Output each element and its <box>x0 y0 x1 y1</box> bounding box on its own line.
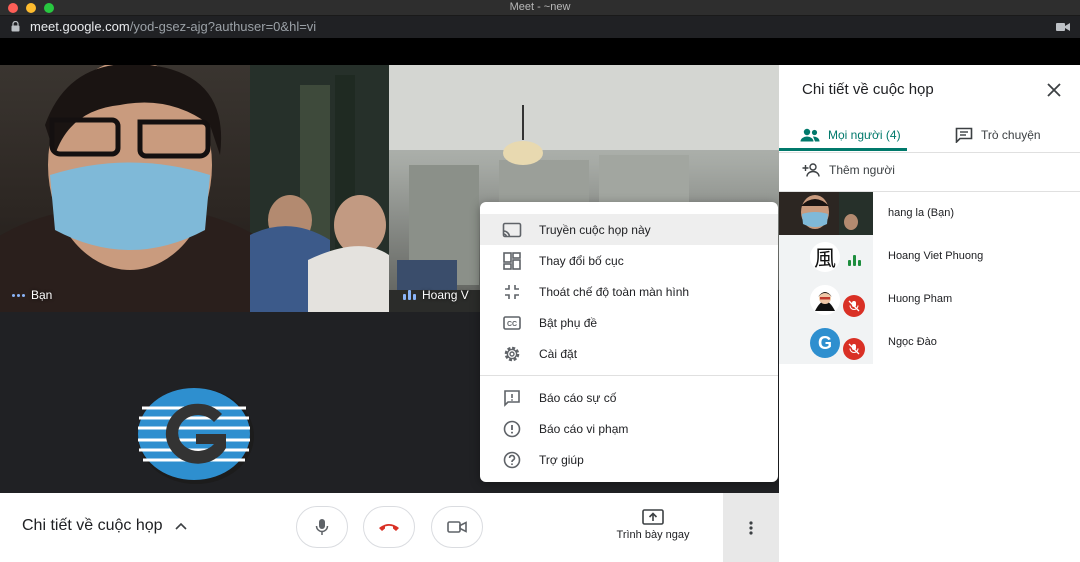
menu-divider <box>480 375 778 376</box>
participant-row[interactable]: G Ngọc Đào <box>779 321 1080 364</box>
menu-item-exit-fullscreen[interactable]: Thoát chế độ toàn màn hình <box>480 276 778 307</box>
g-logo-avatar <box>138 388 254 484</box>
tab-chat-label: Trò chuyện <box>981 128 1041 142</box>
people-icon <box>800 128 820 142</box>
cast-icon <box>502 220 522 240</box>
you-label: Bạn <box>31 288 53 302</box>
add-people-label: Thêm người <box>829 163 895 177</box>
mic-off-icon <box>843 338 865 360</box>
menu-item-report-abuse[interactable]: Báo cáo vi phạm <box>480 413 778 444</box>
window-titlebar: Meet - ~new <box>0 0 1080 16</box>
participant-avatar-tile: 風 <box>779 235 873 278</box>
camera-button[interactable] <box>431 506 483 548</box>
video-stage: Bạn Hoang V Truyền cuộc họp này Thay đổi… <box>0 65 779 493</box>
present-screen-icon <box>642 509 664 525</box>
participant-row[interactable]: 風 Hoang Viet Phuong <box>779 235 1080 278</box>
menu-label: Báo cáo sự cố <box>539 390 617 405</box>
participant-row[interactable]: Huong Pham <box>779 278 1080 321</box>
close-icon[interactable] <box>1046 82 1062 98</box>
meeting-details-panel: Chi tiết về cuộc họp Mọi người (4) Trò c… <box>779 65 1080 562</box>
menu-item-captions[interactable]: CC Bật phụ đề <box>480 307 778 338</box>
layout-icon <box>502 251 522 271</box>
hoang-label: Hoang V <box>422 288 469 302</box>
participant-avatar-tile <box>779 278 873 321</box>
exit-fullscreen-icon <box>502 282 522 302</box>
gear-icon <box>502 344 522 364</box>
menu-item-layout[interactable]: Thay đổi bố cục <box>480 245 778 276</box>
add-person-icon <box>802 163 820 177</box>
participant-name: Huong Pham <box>888 293 953 305</box>
participant-name: Ngọc Đào <box>888 336 937 348</box>
menu-item-help[interactable]: Trợ giúp <box>480 444 778 475</box>
url-host: meet.google.com <box>30 19 130 34</box>
participant-name: Hoang Viet Phuong <box>888 250 984 262</box>
menu-label: Bật phụ đề <box>539 315 598 330</box>
help-icon <box>502 450 522 470</box>
you-name-tag: Bạn <box>12 288 52 302</box>
avatar: G <box>810 328 840 358</box>
address-bar[interactable]: meet.google.com/yod-gsez-ajg?authuser=0&… <box>0 16 1080 38</box>
menu-label: Thay đổi bố cục <box>539 253 624 268</box>
menu-item-feedback[interactable]: Báo cáo sự cố <box>480 382 778 413</box>
tab-people[interactable]: Mọi người (4) <box>800 120 901 150</box>
meeting-details-toggle[interactable]: Chi tiết về cuộc họp <box>22 517 187 535</box>
captions-icon: CC <box>502 313 522 333</box>
meeting-details-label: Chi tiết về cuộc họp <box>22 517 163 534</box>
active-tab-underline <box>779 148 907 151</box>
menu-label: Báo cáo vi phạm <box>539 421 629 436</box>
tab-divider <box>779 152 1080 153</box>
more-dots-icon[interactable] <box>12 293 25 297</box>
menu-label: Trợ giúp <box>539 452 584 467</box>
present-now-button[interactable]: Trình bày ngay <box>607 509 699 541</box>
mic-off-icon <box>843 295 865 317</box>
video-tile-you[interactable]: Bạn <box>0 65 389 312</box>
black-band <box>0 38 1080 65</box>
more-vert-icon <box>749 520 753 535</box>
speaking-indicator-icon <box>403 290 416 300</box>
camera-icon <box>447 521 467 533</box>
chevron-up-icon <box>174 522 187 530</box>
present-label: Trình bày ngay <box>616 529 690 541</box>
menu-label: Truyền cuộc họp này <box>539 222 651 237</box>
participant-avatar-tile: G <box>779 321 873 364</box>
camera-in-use-icon[interactable] <box>1056 22 1070 32</box>
window-title: Meet - ~new <box>509 1 571 13</box>
hoang-name-tag: Hoang V <box>403 288 469 302</box>
avatar: 風 <box>810 242 840 272</box>
avatar <box>810 285 840 315</box>
report-icon <box>502 419 522 439</box>
bottom-control-bar: Chi tiết về cuộc họp Trình bày ngay <box>0 493 779 562</box>
panel-title: Chi tiết về cuộc họp <box>802 81 934 98</box>
participant-name: hang la (Bạn) <box>888 207 955 219</box>
menu-label: Thoát chế độ toàn màn hình <box>539 284 690 299</box>
lock-icon <box>11 21 20 32</box>
hangup-icon <box>379 524 399 531</box>
hangup-button[interactable] <box>363 506 415 548</box>
feedback-icon <box>502 388 522 408</box>
url-path: /yod-gsez-ajg?authuser=0&hl=vi <box>129 19 317 34</box>
video-tile-ngoc[interactable] <box>0 312 490 493</box>
participant-video-thumb <box>779 192 873 235</box>
menu-label: Cài đặt <box>539 346 578 361</box>
participant-row[interactable]: hang la (Bạn) <box>779 192 1080 235</box>
chat-icon <box>955 127 973 143</box>
mic-icon <box>315 519 329 535</box>
tab-people-label: Mọi người (4) <box>828 128 901 142</box>
more-options-menu: Truyền cuộc họp này Thay đổi bố cục Thoá… <box>480 202 778 482</box>
menu-item-cast[interactable]: Truyền cuộc họp này <box>480 214 778 245</box>
svg-text:CC: CC <box>507 321 517 328</box>
speaking-indicator-icon <box>848 255 861 266</box>
more-options-button[interactable] <box>723 493 779 562</box>
url-text[interactable]: meet.google.com/yod-gsez-ajg?authuser=0&… <box>30 19 316 34</box>
you-video-feed <box>0 65 389 312</box>
add-people-button[interactable]: Thêm người <box>802 163 895 177</box>
menu-item-settings[interactable]: Cài đặt <box>480 338 778 369</box>
participant-list: hang la (Bạn) 風 Hoang Viet Phuong Huong … <box>779 192 1080 364</box>
mic-button[interactable] <box>296 506 348 548</box>
tab-chat[interactable]: Trò chuyện <box>955 120 1041 150</box>
